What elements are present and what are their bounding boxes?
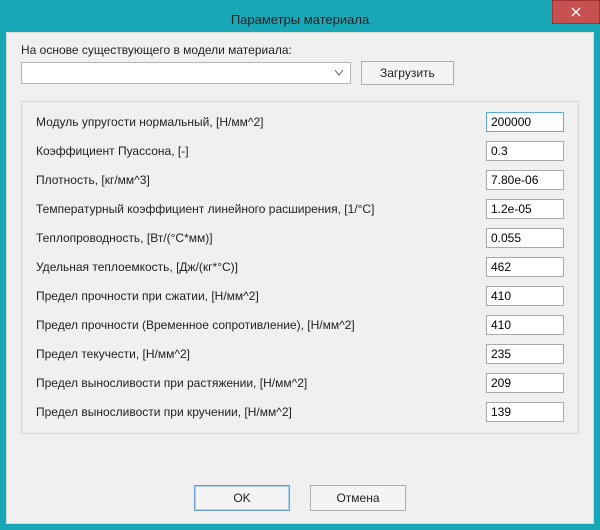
param-label: Модуль упругости нормальный, [Н/мм^2]	[36, 115, 273, 129]
close-button[interactable]	[552, 0, 600, 24]
dialog-window: Параметры материала На основе существующ…	[0, 0, 600, 530]
source-label: На основе существующего в модели материа…	[21, 43, 579, 57]
compressive-strength-field[interactable]	[486, 286, 564, 306]
window-title: Параметры материала	[6, 12, 594, 27]
param-row-poisson: Коэффициент Пуассона, [-]	[36, 141, 564, 161]
param-label: Температурный коэффициент линейного расш…	[36, 202, 384, 216]
client-area: На основе существующего в модели материа…	[6, 32, 594, 524]
specific-heat-field[interactable]	[486, 257, 564, 277]
thermal-expansion-field[interactable]	[486, 199, 564, 219]
elastic-modulus-field[interactable]	[486, 112, 564, 132]
param-label: Предел текучести, [Н/мм^2]	[36, 347, 200, 361]
param-row-compressive-strength: Предел прочности при сжатии, [Н/мм^2]	[36, 286, 564, 306]
yield-strength-field[interactable]	[486, 344, 564, 364]
param-label: Плотность, [кг/мм^3]	[36, 173, 160, 187]
param-label: Предел прочности (Временное сопротивлени…	[36, 318, 365, 332]
titlebar: Параметры материала	[6, 6, 594, 32]
param-label: Теплопроводность, [Вт/(°C*мм)]	[36, 231, 223, 245]
source-material-combo[interactable]	[21, 62, 351, 84]
param-label: Предел выносливости при растяжении, [Н/м…	[36, 376, 317, 390]
dialog-buttons: OK Отмена	[21, 473, 579, 511]
source-row: Загрузить	[21, 61, 579, 85]
param-row-fatigue-tension: Предел выносливости при растяжении, [Н/м…	[36, 373, 564, 393]
param-label: Коэффициент Пуассона, [-]	[36, 144, 199, 158]
param-row-thermal-conductivity: Теплопроводность, [Вт/(°C*мм)]	[36, 228, 564, 248]
param-row-thermal-expansion: Температурный коэффициент линейного расш…	[36, 199, 564, 219]
param-row-density: Плотность, [кг/мм^3]	[36, 170, 564, 190]
ok-button[interactable]: OK	[194, 485, 290, 511]
param-row-ultimate-strength: Предел прочности (Временное сопротивлени…	[36, 315, 564, 335]
density-field[interactable]	[486, 170, 564, 190]
ultimate-strength-field[interactable]	[486, 315, 564, 335]
thermal-conductivity-field[interactable]	[486, 228, 564, 248]
param-row-elastic-modulus: Модуль упругости нормальный, [Н/мм^2]	[36, 112, 564, 132]
load-button[interactable]: Загрузить	[361, 61, 454, 85]
chevron-down-icon	[331, 65, 347, 81]
param-row-fatigue-torsion: Предел выносливости при кручении, [Н/мм^…	[36, 402, 564, 422]
poisson-ratio-field[interactable]	[486, 141, 564, 161]
param-label: Предел выносливости при кручении, [Н/мм^…	[36, 405, 302, 419]
fatigue-tension-field[interactable]	[486, 373, 564, 393]
param-row-specific-heat: Удельная теплоемкость, [Дж/(кг*°C)]	[36, 257, 564, 277]
parameters-group: Модуль упругости нормальный, [Н/мм^2] Ко…	[21, 101, 579, 434]
param-label: Предел прочности при сжатии, [Н/мм^2]	[36, 289, 269, 303]
cancel-button[interactable]: Отмена	[310, 485, 406, 511]
fatigue-torsion-field[interactable]	[486, 402, 564, 422]
param-label: Удельная теплоемкость, [Дж/(кг*°C)]	[36, 260, 248, 274]
close-icon	[571, 7, 581, 17]
param-row-yield-strength: Предел текучести, [Н/мм^2]	[36, 344, 564, 364]
source-section: На основе существующего в модели материа…	[21, 43, 579, 85]
